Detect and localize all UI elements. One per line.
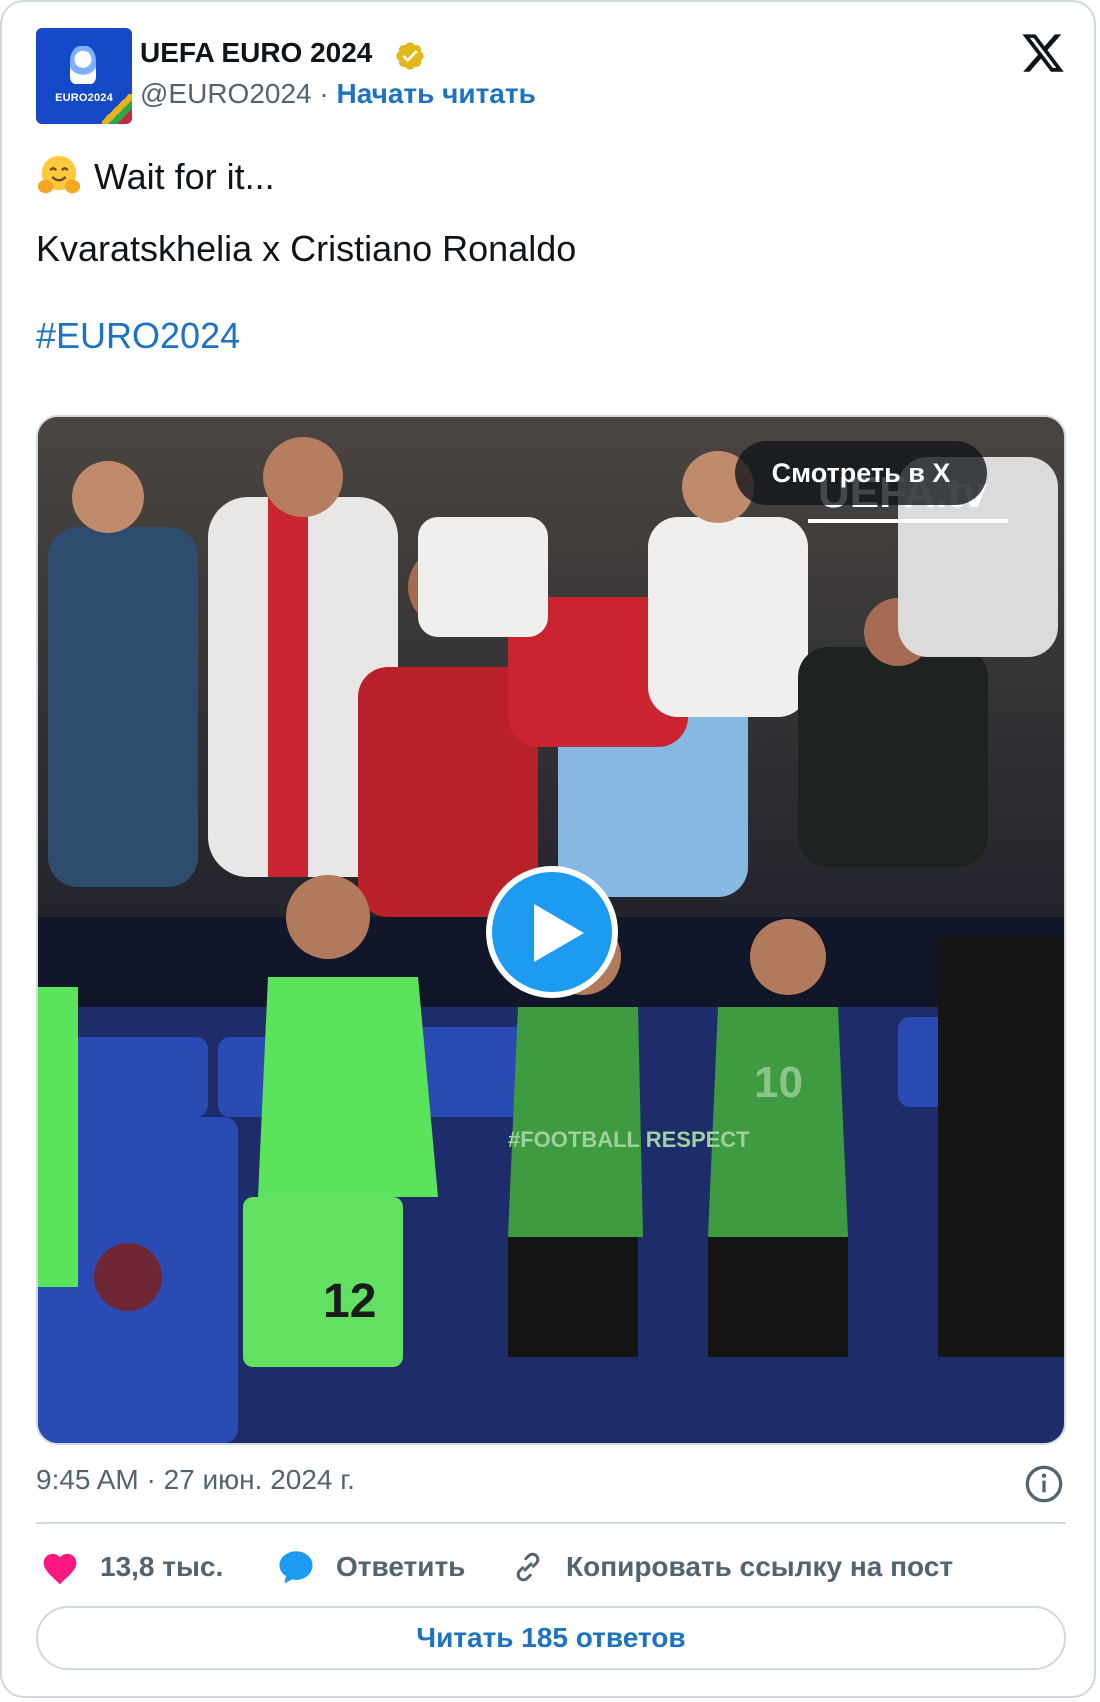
bib-slogan: #FOOTBALL RESPECT	[508, 1127, 750, 1152]
post-timestamp[interactable]: 9:45 AM · 27 июн. 2024 г.	[36, 1462, 355, 1498]
hashtag-link[interactable]: #EURO2024	[36, 314, 240, 358]
like-button[interactable]: 13,8 тыс.	[40, 1546, 223, 1588]
post-card: EURO2024 UEFA EURO 2024 @EURO2024 · Нача…	[0, 0, 1096, 1698]
post-text-wait: Wait for it...	[94, 156, 275, 197]
comment-bubble-icon	[279, 1551, 313, 1584]
link-icon	[516, 1552, 540, 1582]
author-handle[interactable]: @EURO2024	[140, 78, 312, 109]
follow-link[interactable]: Начать читать	[337, 78, 536, 109]
x-logo-icon[interactable]	[1020, 30, 1066, 76]
trophy-logo-icon	[70, 46, 96, 84]
reply-label: Ответить	[336, 1551, 466, 1582]
verified-badge-icon	[396, 42, 424, 70]
copy-link-label: Копировать ссылку на пост	[566, 1551, 954, 1582]
ribbon-decoration	[102, 94, 132, 124]
keeper-shorts-number: 12	[323, 1275, 376, 1328]
author-avatar[interactable]: EURO2024	[36, 28, 132, 124]
read-replies-button[interactable]: Читать 185 ответов	[36, 1606, 1066, 1670]
bib-number: 10	[754, 1058, 803, 1107]
watch-on-x-button[interactable]: Смотреть в X	[735, 441, 987, 505]
play-button[interactable]	[486, 866, 618, 998]
actions-divider	[36, 1522, 1066, 1524]
heart-icon	[43, 1553, 77, 1585]
post-text-line-1: Wait for it...	[36, 152, 275, 199]
play-icon	[534, 904, 584, 962]
copy-link-button[interactable]: Копировать ссылку на пост	[510, 1546, 953, 1588]
separator-dot: ·	[319, 78, 329, 109]
reply-button[interactable]: Ответить	[276, 1546, 465, 1588]
post-text-line-2: Kvaratskhelia x Cristiano Ronaldo	[36, 228, 577, 269]
like-count: 13,8 тыс.	[100, 1551, 224, 1582]
info-icon[interactable]	[1024, 1464, 1064, 1504]
author-handle-row: @EURO2024 · Начать читать	[140, 76, 536, 112]
hugging-face-emoji-icon	[37, 155, 81, 194]
author-name[interactable]: UEFA EURO 2024	[140, 36, 372, 70]
